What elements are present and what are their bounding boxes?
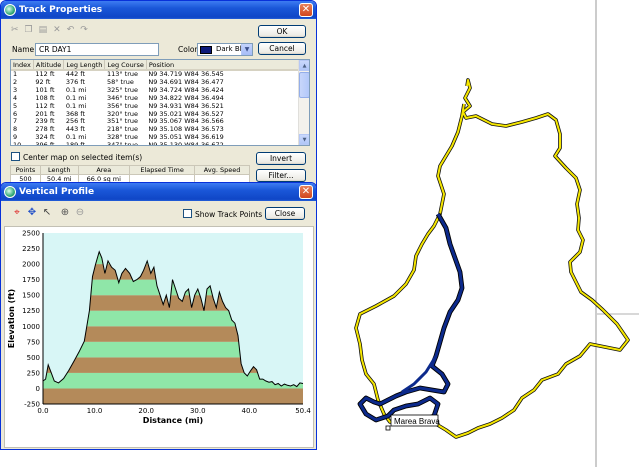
profile-close-button[interactable]: Close: [265, 207, 305, 220]
scroll-up-icon[interactable]: ▲: [299, 60, 309, 71]
y-tick-label: 1250: [22, 307, 40, 315]
track-properties-title: Track Properties: [19, 5, 103, 15]
elevation-profile-chart[interactable]: -250025050075010001250150017502000225025…: [5, 227, 315, 449]
track-points-list[interactable]: Index Altitude Leg Length Leg Course Pos…: [10, 59, 310, 146]
cancel-button[interactable]: Cancel: [258, 42, 306, 55]
cut-icon[interactable]: ✂: [11, 25, 19, 37]
chevron-down-icon[interactable]: ▼: [241, 44, 252, 55]
vertical-profile-titlebar[interactable]: Vertical Profile ✕: [1, 183, 316, 201]
column-header-altitude[interactable]: Altitude: [33, 60, 65, 71]
vertical-profile-window: Vertical Profile ✕ ⌖ ✥ ↖ ⊕ ⊖ Show Track …: [0, 182, 317, 450]
x-tick-label: 40.0: [242, 407, 258, 415]
filter-button[interactable]: Filter...: [256, 169, 306, 182]
edit-toolbar: ✂ ❐ ▤ ✕ ↶ ↷: [11, 25, 88, 37]
track-properties-titlebar[interactable]: Track Properties ✕: [1, 1, 316, 19]
cell-altitude: 396 ft: [35, 141, 55, 146]
x-tick-label: 50.4: [295, 407, 311, 415]
vertical-profile-title: Vertical Profile: [19, 187, 95, 197]
x-tick-label: 20.0: [138, 407, 154, 415]
y-tick-labels: -250025050075010001250150017502000225025…: [22, 230, 40, 409]
pan-icon[interactable]: ✥: [26, 207, 38, 219]
map-place-label: Marea Brava: [394, 417, 440, 426]
yellow-track[interactable]: [354, 78, 630, 439]
show-track-points-checkbox[interactable]: [183, 209, 192, 218]
table-row[interactable]: 10 396 ft 189 ft 347° true N9 35.130 W84 36.…: [11, 141, 299, 146]
cell-position: N9 35.130 W84 36.672: [148, 141, 224, 146]
cell-leg-length: 189 ft: [65, 141, 86, 146]
list-header-row: Index Altitude Leg Length Leg Course Pos…: [11, 60, 300, 71]
scroll-down-icon[interactable]: ▼: [299, 134, 309, 145]
y-tick-label: 1500: [22, 292, 40, 300]
track-name-input[interactable]: CR DAY1: [35, 43, 159, 56]
y-tick-label: 250: [27, 369, 40, 377]
copy-icon[interactable]: ❐: [25, 25, 33, 37]
column-header-leg-course[interactable]: Leg Course: [104, 60, 147, 71]
pointer-tool-icon[interactable]: ↖: [41, 207, 53, 219]
column-header-leg-length[interactable]: Leg Length: [63, 60, 106, 71]
x-tick-label: 30.0: [190, 407, 206, 415]
name-label: Name:: [12, 45, 37, 54]
select-point-icon[interactable]: ⌖: [11, 207, 23, 219]
track-properties-window: Track Properties ✕ ✂ ❐ ▤ ✕ ↶ ↷ OK Name: …: [0, 0, 317, 190]
y-tick-label: 0: [36, 385, 40, 393]
x-tick-labels: 0.0 10.0 20.0 30.0 40.0 50.4: [37, 407, 311, 415]
list-scrollbar[interactable]: ▲ ▼: [298, 60, 309, 145]
y-tick-label: 1000: [22, 323, 40, 331]
y-tick-label: 1750: [22, 276, 40, 284]
x-tick-label: 0.0: [37, 407, 48, 415]
y-tick-label: 2250: [22, 245, 40, 253]
app-icon: [4, 186, 16, 198]
column-header-position[interactable]: Position: [146, 60, 300, 71]
x-tick-label: 10.0: [87, 407, 103, 415]
y-tick-label: 750: [27, 338, 40, 346]
elevation-chart-area[interactable]: -250 0 250 500 750 1000 1250 1500 1750 2000 2250 25…: [4, 226, 314, 448]
stats-header-row: Points Length Area Elapsed Time Avg. Spe…: [10, 165, 250, 175]
zoom-out-icon[interactable]: ⊖: [74, 207, 86, 219]
y-tick-label: 2500: [22, 230, 40, 238]
elevation-band: [43, 388, 303, 404]
zoom-in-icon[interactable]: ⊕: [59, 207, 71, 219]
stats-header-speed: Avg. Speed: [194, 165, 250, 175]
track-properties-close-button[interactable]: ✕: [299, 3, 313, 17]
vertical-profile-close-x[interactable]: ✕: [299, 185, 313, 199]
delete-icon[interactable]: ✕: [53, 25, 61, 37]
y-tick-label: 500: [27, 354, 40, 362]
stats-header-points: Points: [10, 165, 41, 175]
x-axis-label: Distance (mi): [143, 416, 203, 425]
stats-header-length: Length: [40, 165, 79, 175]
center-map-checkbox[interactable]: [11, 152, 20, 161]
color-swatch: [200, 46, 212, 54]
app-icon: [4, 4, 16, 16]
color-select[interactable]: Dark Blue ▼: [197, 43, 253, 56]
y-axis-label: Elevation (ft): [7, 289, 16, 348]
center-map-label: Center map on selected item(s): [23, 153, 143, 162]
column-header-index[interactable]: Index: [11, 60, 34, 71]
paste-icon[interactable]: ▤: [39, 25, 48, 37]
map-label-marker[interactable]: Marea Brava: [385, 414, 440, 431]
stats-header-elapsed: Elapsed Time: [129, 165, 196, 175]
show-track-points-label: Show Track Points: [195, 210, 263, 219]
redo-icon[interactable]: ↷: [80, 25, 88, 37]
ok-button[interactable]: OK: [258, 25, 306, 38]
stats-header-area: Area: [77, 165, 131, 175]
scroll-thumb[interactable]: [299, 72, 309, 98]
invert-button[interactable]: Invert: [256, 152, 306, 165]
y-tick-label: 2000: [22, 261, 40, 269]
cell-leg-course: 347° true: [106, 141, 138, 146]
undo-icon[interactable]: ↶: [67, 25, 75, 37]
cell-index: 10: [13, 141, 22, 146]
